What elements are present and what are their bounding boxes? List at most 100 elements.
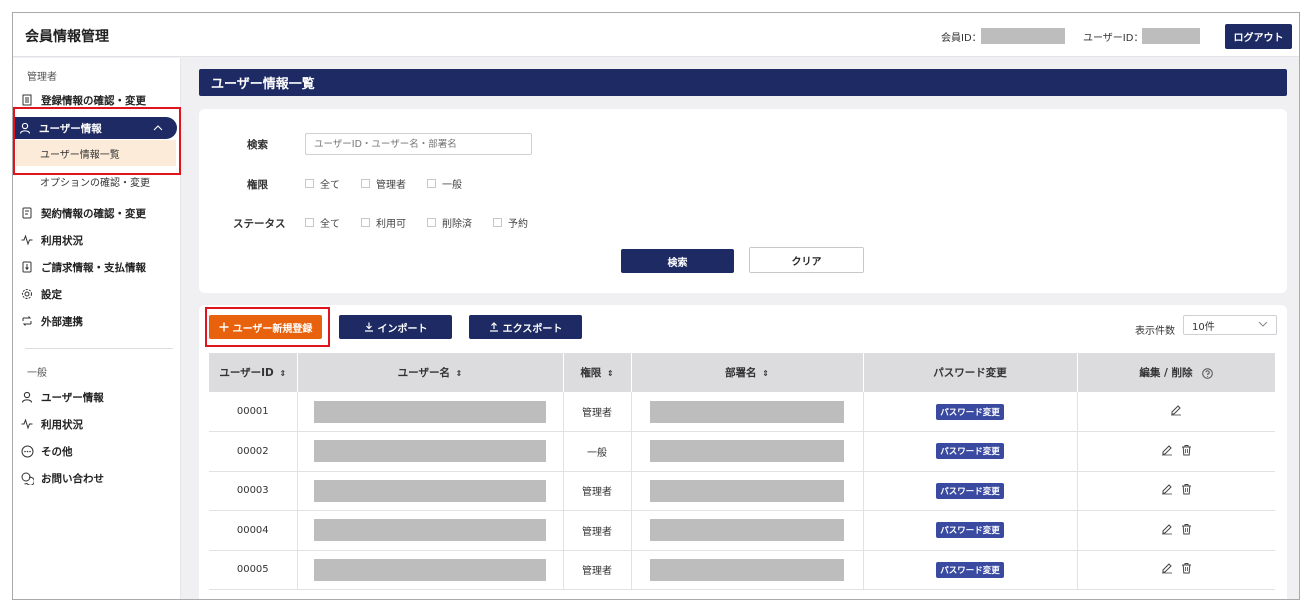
search-label: 検索 [247, 139, 268, 151]
column-header-role[interactable]: 権限 ⇕ [563, 353, 632, 392]
sort-icon: ⇕ [762, 369, 769, 378]
cell-actions [1077, 510, 1275, 551]
app-title: 会員情報管理 [25, 29, 109, 45]
sidebar-item-general-contact[interactable]: お問い合わせ [17, 467, 177, 489]
checkbox-box [361, 218, 370, 227]
table-row: 00004 管理者 パスワード変更 [209, 510, 1275, 551]
table-row: 00003 管理者 パスワード変更 [209, 471, 1275, 511]
user-icon [17, 391, 37, 403]
password-change-button[interactable]: パスワード変更 [936, 482, 1004, 499]
column-header-edit-delete: 編集 / 削除 [1077, 353, 1275, 392]
sidebar-item-label: 登録情報の確認・変更 [41, 94, 146, 107]
trash-icon[interactable] [1181, 523, 1192, 535]
import-button[interactable]: インポート [339, 315, 452, 339]
column-header-label: 権限 [580, 367, 602, 379]
plus-icon [219, 322, 229, 332]
sidebar-section-general: 一般 [27, 368, 47, 379]
sidebar-item-registration[interactable]: 登録情報の確認・変更 [17, 89, 177, 111]
help-icon[interactable] [1202, 367, 1213, 379]
column-header-password: パスワード変更 [863, 353, 1078, 392]
password-change-button[interactable]: パスワード変更 [936, 522, 1004, 539]
import-label: インポート [377, 323, 428, 335]
display-count-select[interactable]: 10件 [1183, 315, 1277, 335]
role-checkbox-general[interactable]: 一般 [427, 176, 462, 191]
column-header-label: パスワード変更 [933, 367, 1007, 379]
clear-button[interactable]: クリア [749, 247, 864, 273]
table-row: 00001 管理者 パスワード変更 [209, 392, 1275, 432]
sidebar-item-general-other[interactable]: その他 [17, 440, 177, 462]
status-checkbox-deleted[interactable]: 削除済 [427, 215, 472, 230]
password-change-button[interactable]: パスワード変更 [936, 561, 1004, 578]
export-button[interactable]: エクスポート [469, 315, 582, 339]
trash-icon[interactable] [1181, 444, 1192, 456]
add-user-button[interactable]: ユーザー新規登録 [209, 315, 322, 339]
status-checkbox-available[interactable]: 利用可 [361, 215, 406, 230]
role-label: 権限 [247, 179, 268, 191]
column-header-department[interactable]: 部署名 ⇕ [631, 353, 864, 392]
search-input[interactable] [305, 133, 532, 155]
column-header-label: ユーザーID [219, 367, 274, 379]
trash-icon[interactable] [1181, 483, 1192, 495]
role-checkbox-all[interactable]: 全て [305, 176, 340, 191]
cell-user-id: 00005 [209, 550, 298, 590]
checkbox-box [305, 218, 314, 227]
password-change-button[interactable]: パスワード変更 [936, 403, 1004, 420]
download-icon [364, 322, 374, 332]
column-header-label: ユーザー名 [397, 367, 450, 379]
sidebar-item-general-usage[interactable]: 利用状況 [17, 413, 177, 435]
status-checkbox-reserved[interactable]: 予約 [493, 215, 528, 230]
cell-department [631, 431, 864, 472]
department-redacted [650, 400, 844, 423]
edit-icon[interactable] [1161, 483, 1173, 495]
sidebar-item-integration[interactable]: 外部連携 [17, 310, 177, 332]
cell-department [631, 510, 864, 551]
display-count-label: 表示件数 [1135, 326, 1175, 337]
column-header-user-name[interactable]: ユーザー名 ⇕ [297, 353, 564, 392]
edit-icon[interactable] [1161, 444, 1173, 456]
checkbox-label: 予約 [508, 219, 528, 230]
sidebar-subitem-user-list[interactable]: ユーザー情報一覧 [16, 140, 176, 166]
cell-user-name [297, 392, 564, 432]
sidebar-item-billing[interactable]: ご請求情報・支払情報 [17, 256, 177, 278]
cell-password: パスワード変更 [863, 510, 1078, 551]
sidebar-item-general-user-info[interactable]: ユーザー情報 [17, 386, 177, 408]
cell-user-name [297, 510, 564, 551]
edit-icon[interactable] [1170, 404, 1182, 416]
edit-icon[interactable] [1161, 562, 1173, 574]
cell-user-id: 00001 [209, 392, 298, 432]
cell-role: 一般 [563, 431, 632, 472]
sidebar-item-contract[interactable]: 契約情報の確認・変更 [17, 202, 177, 224]
sidebar-item-label: 設定 [41, 288, 62, 301]
chat-icon [17, 472, 37, 485]
sidebar-item-usage[interactable]: 利用状況 [17, 229, 177, 251]
cell-password: パスワード変更 [863, 431, 1078, 472]
department-redacted [650, 519, 844, 542]
logout-button[interactable]: ログアウト [1225, 24, 1292, 49]
sidebar-item-label: その他 [41, 445, 73, 458]
cell-role: 管理者 [563, 510, 632, 551]
checkbox-label: 全て [320, 180, 340, 191]
sidebar-item-label: お問い合わせ [41, 472, 104, 485]
search-button[interactable]: 検索 [621, 249, 734, 273]
activity-icon [17, 234, 37, 246]
user-list-panel: ユーザー新規登録 インポート エクスポート 表示件数 10件 ユーザーID ⇕ … [199, 305, 1287, 599]
user-name-redacted [314, 400, 546, 423]
top-header: 会員情報管理 会員ID： ユーザーID： ログアウト [13, 13, 1299, 57]
status-checkbox-all[interactable]: 全て [305, 215, 340, 230]
sidebar-item-user-info[interactable]: ユーザー情報 [15, 117, 177, 139]
link-icon [17, 315, 37, 327]
column-header-label: 部署名 [725, 367, 757, 379]
role-checkbox-admin[interactable]: 管理者 [361, 176, 406, 191]
column-header-user-id[interactable]: ユーザーID ⇕ [209, 353, 298, 392]
user-name-redacted [314, 519, 546, 542]
password-change-button[interactable]: パスワード変更 [936, 443, 1004, 460]
trash-icon[interactable] [1181, 562, 1192, 574]
member-id-label: 会員ID： [941, 33, 982, 44]
cell-actions [1077, 392, 1275, 432]
edit-icon[interactable] [1161, 523, 1173, 535]
sidebar-subitem-options[interactable]: オプションの確認・変更 [16, 168, 176, 194]
checkbox-box [361, 179, 370, 188]
sidebar-item-settings[interactable]: 設定 [17, 283, 177, 305]
cell-user-id: 00002 [209, 431, 298, 472]
cell-role: 管理者 [563, 471, 632, 511]
